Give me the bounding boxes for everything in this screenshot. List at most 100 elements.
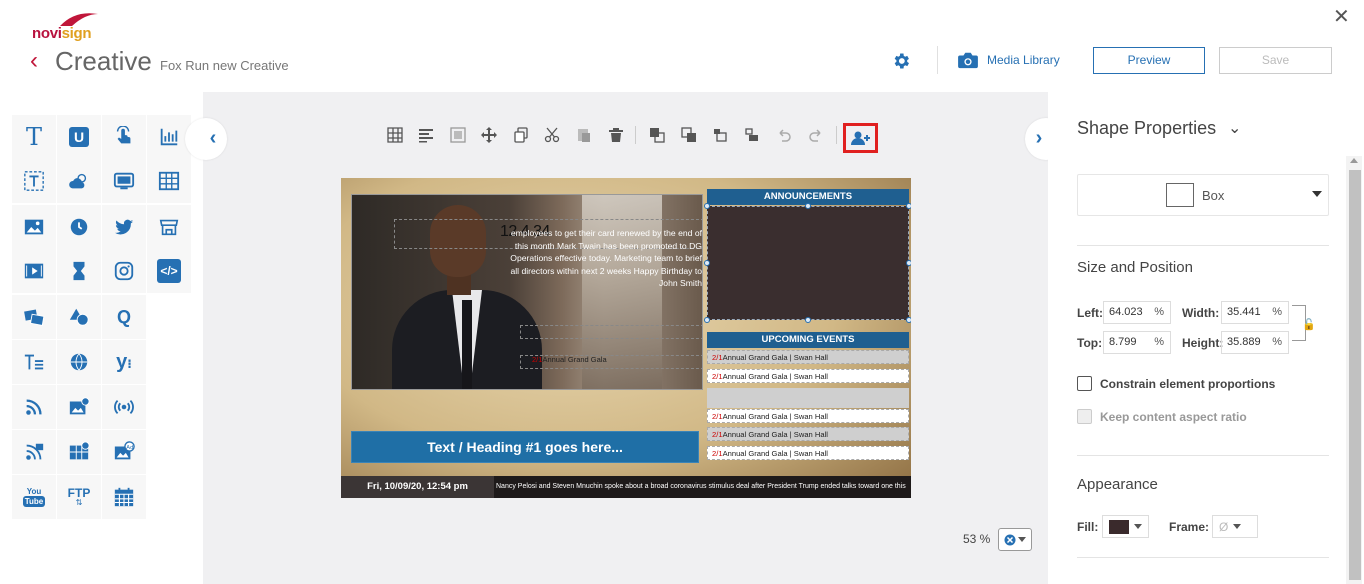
cut-icon[interactable] <box>544 127 560 143</box>
preview-button[interactable]: Preview <box>1093 47 1205 74</box>
add-user-button[interactable] <box>843 123 878 153</box>
svg-text:Ad: Ad <box>126 445 133 451</box>
shape-type-select[interactable]: Box <box>1077 174 1329 216</box>
resize-handle[interactable] <box>805 317 811 323</box>
shapes-icon[interactable] <box>57 295 101 339</box>
unlock-icon[interactable]: 🔓 <box>1302 318 1316 331</box>
top-input[interactable]: 8.799% <box>1103 331 1171 354</box>
chevron-down-icon <box>1018 537 1026 542</box>
hourglass-icon[interactable] <box>57 249 101 293</box>
scroll-thumb[interactable] <box>1349 170 1361 580</box>
bring-forward-icon[interactable] <box>712 127 728 143</box>
frame-color-picker[interactable]: Ø <box>1212 515 1258 538</box>
resize-handle[interactable] <box>906 203 911 209</box>
undo-icon[interactable] <box>776 127 792 143</box>
clock-icon[interactable] <box>57 205 101 249</box>
photo-element[interactable]: 12 4 34 employees to get their card rene… <box>351 194 703 390</box>
constrain-checkbox[interactable] <box>1077 376 1092 391</box>
ftp-icon[interactable]: FTP ⇅ <box>57 475 101 519</box>
align-left-icon[interactable] <box>418 127 434 143</box>
resize-handle[interactable] <box>704 203 710 209</box>
youtube-icon[interactable]: You Tube <box>12 475 56 519</box>
video-icon[interactable] <box>12 249 56 293</box>
table-icon[interactable] <box>147 159 191 203</box>
text-element-frame[interactable] <box>520 325 702 339</box>
resize-handle[interactable] <box>805 203 811 209</box>
divider <box>1077 245 1329 246</box>
web-image-icon[interactable] <box>57 385 101 429</box>
trash-icon[interactable] <box>608 127 624 143</box>
redo-icon[interactable] <box>808 127 824 143</box>
u-icon[interactable]: U <box>57 115 101 159</box>
news-ticker[interactable]: Nancy Pelosi and Steven Mnuchin spoke ab… <box>494 476 911 498</box>
left-input[interactable]: 64.023% <box>1103 301 1171 324</box>
copy-icon[interactable] <box>513 127 529 143</box>
scroll-up-icon[interactable] <box>1350 158 1358 163</box>
event-row[interactable]: 2/1Annual Grand Gala | Swan Hall <box>707 350 909 364</box>
weather-icon[interactable] <box>57 159 101 203</box>
ad-image-icon[interactable]: Ad <box>102 430 146 474</box>
data-feed-icon[interactable] <box>12 430 56 474</box>
gear-icon[interactable] <box>891 51 911 71</box>
zoom-level: 53 % <box>963 532 991 546</box>
resize-handle[interactable] <box>906 317 911 323</box>
yammer-icon[interactable]: y⁝ <box>102 340 146 384</box>
web-gallery-icon[interactable] <box>57 430 101 474</box>
image-icon[interactable] <box>12 205 56 249</box>
rss-icon[interactable] <box>12 385 56 429</box>
height-input[interactable]: 35.889% <box>1221 331 1289 354</box>
datetime-element[interactable]: Fri, 10/09/20, 12:54 pm <box>341 476 494 498</box>
grid-icon[interactable] <box>387 127 403 143</box>
bring-to-front-icon[interactable] <box>649 127 665 143</box>
camera-icon[interactable] <box>957 51 979 69</box>
widget-panel: T U </> Q y⁝ Ad You Tube FTP ⇅ <box>0 92 203 584</box>
keep-aspect-checkbox[interactable] <box>1077 409 1092 424</box>
calendar-icon[interactable] <box>102 475 146 519</box>
media-library-link[interactable]: Media Library <box>987 53 1060 67</box>
move-icon[interactable] <box>481 127 497 143</box>
close-icon[interactable]: ✕ <box>1333 4 1350 29</box>
event-row[interactable]: 2/1Annual Grand Gala | Swan Hall <box>707 446 909 460</box>
save-button[interactable]: Save <box>1219 47 1332 74</box>
resize-handle[interactable] <box>906 260 911 266</box>
event-row[interactable]: 2/1Annual Grand Gala | Swan Hall <box>707 427 909 441</box>
text-list-icon[interactable] <box>12 340 56 384</box>
send-backward-icon[interactable] <box>744 127 760 143</box>
twitter-icon[interactable] <box>102 205 146 249</box>
width-input[interactable]: 35.441% <box>1221 301 1289 324</box>
screen-icon[interactable] <box>102 159 146 203</box>
event-row[interactable]: 2/1Annual Grand Gala | Swan Hall <box>707 369 909 383</box>
resize-handle[interactable] <box>704 260 710 266</box>
announcements-box-selected[interactable] <box>707 206 909 320</box>
scrollbar[interactable] <box>1346 156 1362 584</box>
heading-text-element[interactable]: Text / Heading #1 goes here... <box>351 431 699 463</box>
paste-icon[interactable] <box>576 127 592 143</box>
panel-title: Shape Properties <box>1077 118 1217 138</box>
shape-type-value: Box <box>1202 188 1225 203</box>
text-frame-icon[interactable] <box>12 159 56 203</box>
resize-handle[interactable] <box>704 317 710 323</box>
gala-text: 2/1Annual Grand Gala <box>532 355 607 364</box>
globe-icon[interactable] <box>57 340 101 384</box>
instagram-icon[interactable] <box>102 249 146 293</box>
code-icon[interactable]: </> <box>147 249 191 293</box>
back-arrow-icon[interactable]: ‹ <box>30 49 38 73</box>
screen-preview[interactable]: 12 4 34 employees to get their card rene… <box>341 178 911 498</box>
fit-frame-icon[interactable] <box>450 127 466 143</box>
logo-text-sign: sign <box>61 25 92 42</box>
broadcast-icon[interactable] <box>102 385 146 429</box>
upcoming-events-header: UPCOMING EVENTS <box>707 332 909 348</box>
zoom-select[interactable] <box>998 528 1032 551</box>
touch-icon[interactable] <box>102 115 146 159</box>
event-row[interactable]: 2/1Annual Grand Gala | Swan Hall <box>707 409 909 423</box>
slideshow-icon[interactable] <box>12 295 56 339</box>
fill-color-picker[interactable] <box>1102 515 1149 538</box>
toolbar-separator <box>836 126 837 144</box>
header-divider <box>937 46 938 74</box>
collapse-left-panel-button[interactable]: ‹ <box>185 118 227 160</box>
send-to-back-icon[interactable] <box>681 127 697 143</box>
shop-icon[interactable] <box>147 205 191 249</box>
chevron-down-icon[interactable]: ⌄ <box>1228 118 1241 138</box>
text-icon[interactable]: T <box>12 115 56 159</box>
q-icon[interactable]: Q <box>102 295 146 339</box>
